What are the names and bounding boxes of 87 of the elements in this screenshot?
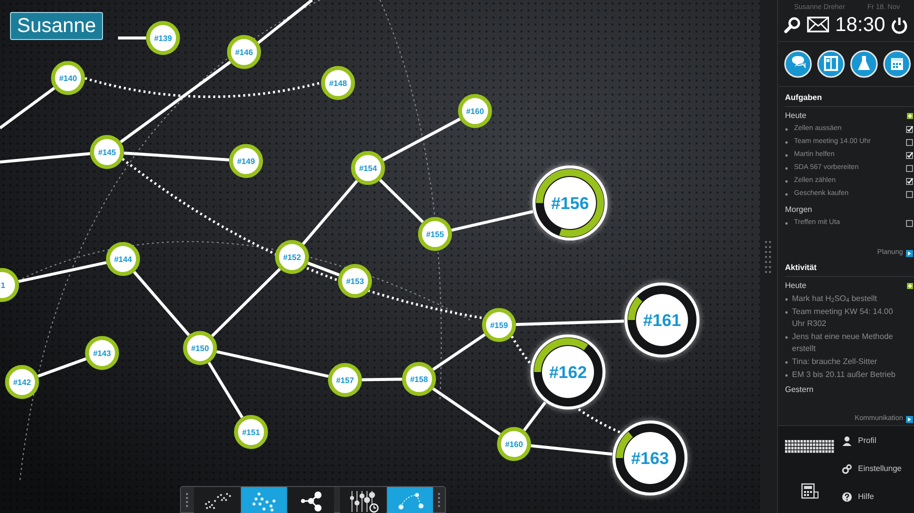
checkbox[interactable] [906, 152, 913, 158]
activity-item: Jens hat eine neue Methode erstellt [792, 330, 894, 354]
view-button[interactable] [340, 487, 386, 513]
checkbox[interactable] [906, 126, 913, 132]
activity-item: EM 3 bis 20.11 außer Betrieb [792, 368, 896, 380]
node[interactable]: #146 [227, 35, 261, 69]
group-title: Heute [785, 280, 806, 292]
activity-item: Team meeting KW 54: 14.00 Uhr R302 [792, 306, 894, 330]
node[interactable]: #155 [418, 217, 452, 251]
node[interactable]: #162 [530, 334, 606, 410]
connector-line [37, 357, 87, 378]
bullet-icon [785, 128, 788, 130]
book-app-button[interactable] [817, 50, 845, 78]
node[interactable]: #154 [351, 151, 385, 185]
node[interactable]: #152 [275, 240, 309, 274]
view-button[interactable] [194, 487, 240, 513]
view-button[interactable] [288, 487, 334, 513]
node[interactable]: #145 [90, 135, 124, 169]
help-icon [842, 492, 852, 502]
calendar-app-button[interactable] [883, 50, 911, 78]
add-icon[interactable] [907, 112, 913, 118]
menu-item[interactable]: Einstellunge [842, 463, 914, 476]
section-title: Aufgaben [785, 88, 914, 106]
chat-app-button[interactable] [784, 50, 812, 78]
node[interactable]: #163 [612, 420, 688, 496]
node[interactable]: #142 [5, 365, 39, 399]
node[interactable]: #148 [321, 66, 355, 100]
node[interactable]: #159 [482, 308, 516, 342]
section-title: Aktivität [785, 258, 914, 276]
bullet-icon [785, 310, 788, 314]
bullet-icon [785, 154, 788, 156]
bullet-icon [785, 360, 788, 364]
mail-icon[interactable] [806, 16, 830, 33]
connector-line [0, 86, 56, 130]
checkbox[interactable] [906, 190, 913, 198]
node[interactable]: #157 [328, 363, 362, 397]
node[interactable]: #149 [229, 144, 263, 178]
bullet-icon [785, 140, 788, 144]
bullet-icon [785, 192, 788, 196]
bullet-icon [785, 180, 788, 182]
connector-line [257, 0, 313, 44]
calculator-icon[interactable] [801, 482, 819, 499]
group-title: Gestern [785, 384, 814, 396]
connector-line [362, 378, 402, 382]
node[interactable]: #151 [234, 415, 268, 449]
activity-item: Mark hat H$_{2}$SO$_{4}$ bestellt [792, 292, 877, 304]
person-icon [842, 436, 852, 446]
user-label[interactable]: Susanne [10, 12, 103, 40]
node[interactable]: #153 [338, 264, 372, 298]
bullet-icon [785, 336, 788, 338]
search-icon[interactable] [784, 16, 801, 34]
connector-line [432, 387, 501, 436]
keyboard-icon[interactable] [785, 440, 835, 454]
power-icon[interactable] [891, 16, 908, 34]
group-title: Heute [785, 110, 806, 122]
grip-handle-icon[interactable] [764, 240, 772, 272]
bullet-icon [785, 222, 788, 224]
settings-icon [842, 464, 852, 474]
node[interactable]: #140 [51, 61, 85, 95]
add-icon[interactable] [907, 282, 913, 288]
menu-item[interactable]: Profil [842, 435, 914, 448]
menu-item[interactable]: Hilfe [842, 491, 914, 504]
bullet-icon [785, 298, 788, 300]
node[interactable]: #156 [532, 165, 608, 241]
bullet-icon [785, 374, 788, 376]
node[interactable]: #161 [624, 282, 700, 358]
clock-time: 18:30 [835, 14, 886, 34]
node[interactable]: #143 [85, 336, 119, 370]
node[interactable]: #160 [497, 427, 531, 461]
checkbox[interactable] [906, 138, 913, 146]
connector-line [118, 36, 146, 40]
checkbox[interactable] [906, 220, 913, 226]
node[interactable]: #150 [183, 331, 217, 365]
node[interactable]: #158 [402, 362, 436, 396]
node[interactable]: 1 [0, 268, 19, 302]
checkbox[interactable] [906, 178, 913, 184]
bullet-icon [785, 166, 788, 170]
expand-icon[interactable] [906, 416, 913, 422]
flask-app-button[interactable] [850, 50, 878, 78]
node[interactable]: #160 [458, 94, 492, 128]
activity-item: Tina: brauche Zell-Sitter [792, 356, 878, 368]
checkbox[interactable] [906, 164, 913, 172]
node[interactable]: #144 [106, 242, 140, 276]
connector-line [432, 333, 486, 371]
node[interactable]: #139 [146, 21, 180, 55]
expand-icon[interactable] [906, 250, 913, 256]
group-title: Morgen [785, 204, 812, 216]
